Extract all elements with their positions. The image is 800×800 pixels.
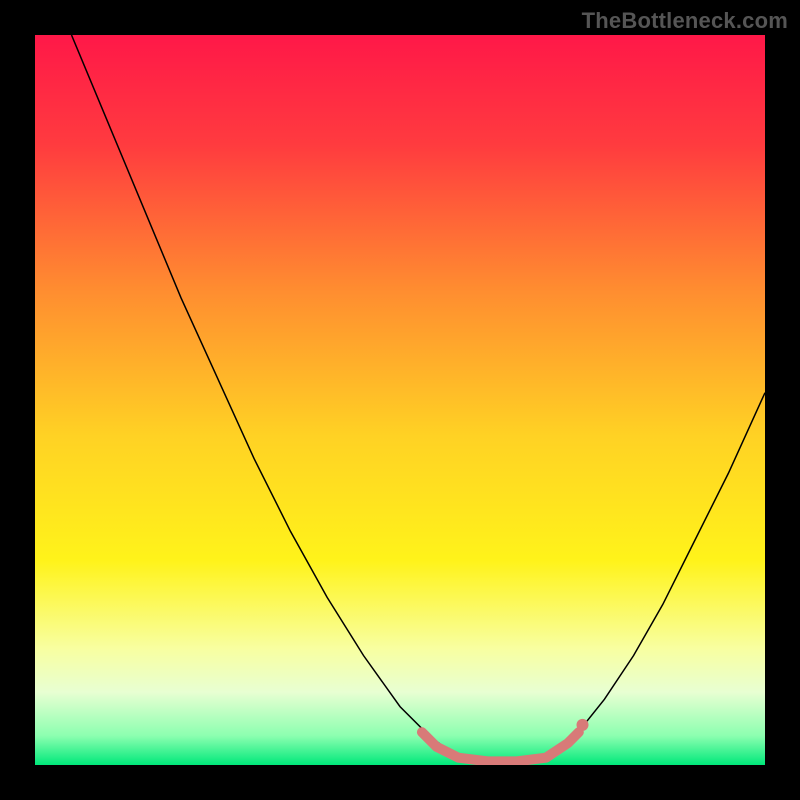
watermark-text: TheBottleneck.com [582,8,788,34]
chart-frame: TheBottleneck.com [0,0,800,800]
plot-area [35,35,765,765]
chart-svg [35,35,765,765]
marker-point [577,719,589,731]
marker-layer [577,719,589,731]
gradient-background [35,35,765,765]
